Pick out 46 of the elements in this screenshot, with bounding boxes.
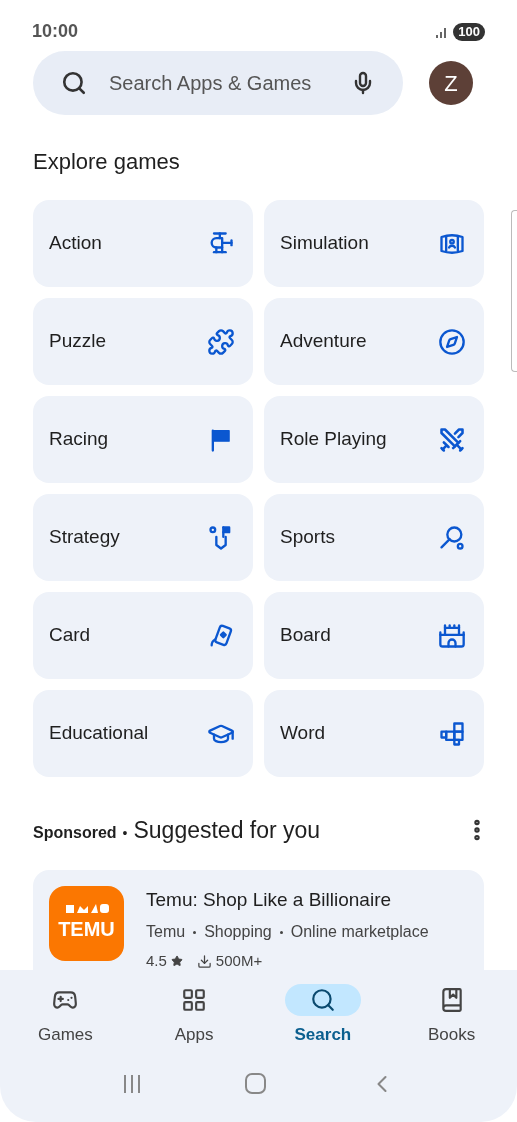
app-card[interactable]: TEMU Temu: Shop Like a Billionaire Temu Shopping Online marketplace 4.5 500M+	[33, 869, 484, 970]
star-icon	[170, 955, 183, 968]
home-icon[interactable]	[245, 1073, 266, 1094]
category-card[interactable]: Card	[33, 592, 253, 679]
section-title: Suggested for you	[133, 816, 321, 845]
status-time: 10:00	[32, 20, 79, 43]
search-icon	[309, 987, 336, 1013]
download-count: 500M+	[215, 951, 263, 970]
category-card[interactable]: Sports	[264, 494, 484, 581]
nav-tab[interactable]: Books	[387, 984, 516, 1048]
app-tag: Online marketplace	[290, 920, 429, 944]
nav-tab[interactable]: Search	[258, 984, 388, 1048]
app-name: Temu: Shop Like a Billionaire	[146, 887, 393, 912]
category-card[interactable]: Strategy	[33, 494, 253, 581]
puzzle-icon	[207, 327, 235, 356]
app-tag: Shopping	[204, 920, 272, 944]
nav-tab[interactable]: Apps	[129, 984, 259, 1048]
app-logo: TEMU	[49, 885, 124, 961]
blocks-icon	[438, 719, 466, 748]
rook-icon	[438, 621, 466, 650]
avatar[interactable]: Z	[429, 61, 473, 105]
category-card[interactable]: Puzzle	[33, 298, 253, 385]
category-card[interactable]: Role Playing	[264, 396, 484, 483]
app-tag: Temu	[146, 920, 186, 944]
rating: 4.5	[146, 951, 167, 970]
category-card[interactable]: Racing	[33, 396, 253, 483]
category-card[interactable]: Action	[33, 200, 253, 287]
sponsored-label: Sponsored	[33, 823, 117, 843]
recents-icon[interactable]	[121, 1072, 143, 1095]
grid-icon	[181, 987, 208, 1013]
separator-dot: •	[122, 824, 128, 843]
search-icon	[61, 70, 87, 96]
search-field[interactable]: Search Apps & Games	[33, 51, 403, 115]
racket-icon	[438, 523, 466, 552]
swords-icon	[438, 425, 466, 454]
compass-icon	[438, 327, 466, 356]
category-card[interactable]: Educational	[33, 690, 253, 777]
category-card[interactable]: Word	[264, 690, 484, 777]
section-title: Explore games	[32, 148, 181, 176]
category-card[interactable]: Board	[264, 592, 484, 679]
battery-level: 100	[453, 22, 485, 41]
category-card[interactable]: Simulation	[264, 200, 484, 287]
nav-tab[interactable]: Games	[1, 984, 130, 1048]
download-icon	[196, 953, 212, 969]
search-input[interactable]: Search Apps & Games	[109, 68, 329, 98]
category-card[interactable]: Adventure	[264, 298, 484, 385]
